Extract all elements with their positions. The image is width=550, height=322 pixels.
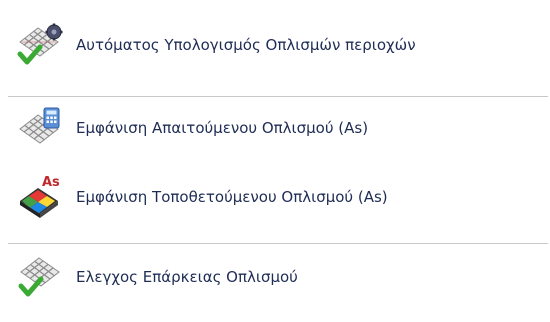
menu-item-label: Αυτόματος Υπολογισμός Οπλισμών περιοχών [76, 36, 416, 54]
menu-item-label: Εμφάνιση Απαιτούμενου Οπλισμού (As) [76, 119, 369, 137]
colored-slab-as-icon: As [8, 172, 72, 222]
menu-item-show-placed-reinforcement[interactable]: As Εμφάνιση Τοποθετούμενου Οπλισμού (As) [8, 172, 528, 222]
as-badge-text: As [42, 175, 60, 190]
rebar-grid-calculator-icon [8, 103, 72, 153]
menu-divider [8, 96, 548, 97]
menu-item-label: Ελεγχος Επάρκειας Οπλισμού [76, 268, 298, 286]
rebar-grid-check-icon [8, 252, 72, 302]
rebar-grid-gear-check-icon [8, 20, 72, 70]
menu-item-auto-calculate-reinforcement[interactable]: Αυτόματος Υπολογισμός Οπλισμών περιοχών [8, 20, 528, 70]
reinforcement-menu: Αυτόματος Υπολογισμός Οπλισμών περιοχών [0, 0, 550, 322]
menu-item-label: Εμφάνιση Τοποθετούμενου Οπλισμού (As) [76, 188, 388, 206]
menu-item-show-required-reinforcement[interactable]: Εμφάνιση Απαιτούμενου Οπλισμού (As) [8, 103, 528, 153]
menu-divider [8, 243, 548, 244]
menu-item-check-reinforcement-adequacy[interactable]: Ελεγχος Επάρκειας Οπλισμού [8, 252, 528, 302]
